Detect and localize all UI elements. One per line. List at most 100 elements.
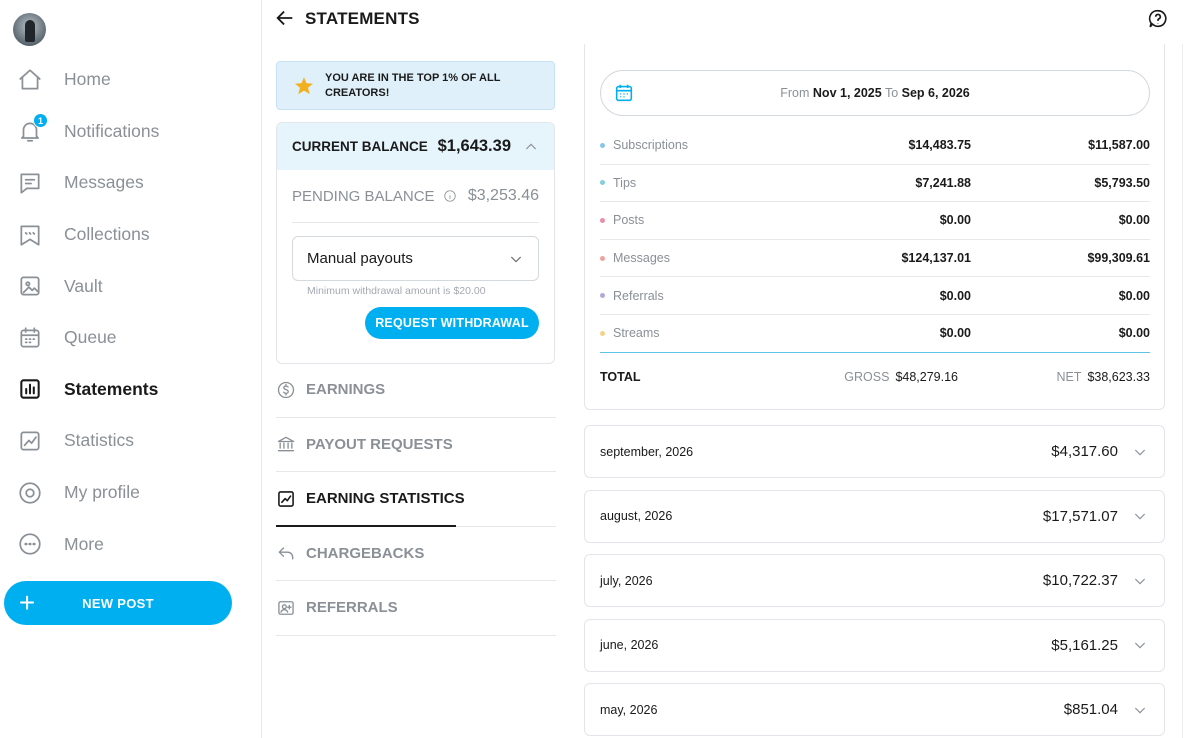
table-row: Tips $7,241.88 $5,793.50	[600, 165, 1150, 203]
notification-badge: 1	[33, 113, 48, 129]
new-post-button[interactable]: + NEW POST	[4, 581, 232, 625]
undo-icon	[276, 543, 296, 563]
menu-item-earning-statistics[interactable]: EARNING STATISTICS	[276, 472, 556, 527]
sidebar-nav: Home 1 Notifications Messages Collection…	[0, 54, 262, 570]
bank-icon	[276, 434, 296, 454]
banner-text: YOU ARE IN THE TOP 1% OF ALL CREATORS!	[325, 71, 501, 99]
sidebar-item-label: More	[64, 533, 104, 554]
month-row-july-2026[interactable]: july, 2026 $10,722.37	[584, 554, 1165, 607]
sidebar-item-label: Statements	[64, 378, 159, 399]
sidebar-item-label: Vault	[64, 275, 103, 296]
legend-dot	[600, 330, 605, 336]
minimum-withdrawal-note: Minimum withdrawal amount is $20.00	[307, 285, 486, 297]
sidebar-item-queue[interactable]: Queue	[0, 312, 262, 364]
pending-balance-row: PENDING BALANCE $3,253.46	[292, 170, 539, 223]
home-icon	[16, 66, 44, 94]
sidebar-item-statistics[interactable]: Statistics	[0, 415, 262, 467]
month-row-august-2026[interactable]: august, 2026 $17,571.07	[584, 489, 1165, 543]
statements-side-menu: EARNINGS PAYOUT REQUESTS EARNING STATIST…	[276, 363, 556, 636]
request-withdrawal-button[interactable]: REQUEST WITHDRAWAL	[365, 307, 539, 339]
legend-dot	[600, 293, 605, 299]
date-from-label: From	[780, 86, 810, 100]
chevron-down-icon[interactable]	[1132, 444, 1148, 460]
month-row-june-2026[interactable]: june, 2026 $5,161.25	[584, 618, 1165, 672]
legend-dot	[600, 180, 605, 186]
message-icon	[16, 169, 44, 197]
row-gross: $7,241.88	[915, 175, 971, 190]
collections-icon	[16, 221, 44, 249]
vault-icon	[16, 272, 44, 300]
bell-icon: 1	[16, 113, 48, 145]
row-net: $0.00	[1118, 326, 1150, 341]
row-label: Subscriptions	[613, 138, 689, 153]
date-from-value: Nov 1, 2025	[812, 86, 882, 100]
menu-item-referrals[interactable]: REFERRALS	[276, 581, 556, 636]
gross-total: GROSS $48,279.16	[780, 370, 958, 384]
monthly-statements-list: september, 2026 $4,317.60 august, 2026 $…	[584, 425, 1165, 738]
menu-item-label: EARNING STATISTICS	[306, 490, 465, 508]
table-row: Subscriptions $14,483.75 $11,587.00	[600, 127, 1150, 165]
back-arrow-icon[interactable]	[274, 7, 296, 29]
sidebar-item-label: My profile	[64, 482, 140, 503]
top-creator-banner: YOU ARE IN THE TOP 1% OF ALL CREATORS!	[276, 61, 555, 110]
current-balance-label: CURRENT BALANCE	[292, 139, 428, 154]
date-to-label: To	[884, 86, 899, 100]
month-value: $851.04	[1063, 701, 1118, 718]
month-row-may-2026[interactable]: may, 2026 $851.04	[584, 683, 1165, 736]
star-icon	[293, 75, 315, 97]
chevron-down-icon[interactable]	[1132, 637, 1148, 653]
pending-balance-value: $3,253.46	[467, 187, 539, 204]
sidebar-item-more[interactable]: More	[0, 518, 262, 570]
table-row: Messages $124,137.01 $99,309.61	[600, 240, 1150, 278]
sidebar: Home 1 Notifications Messages Collection…	[0, 0, 262, 738]
sidebar-item-label: Collections	[64, 224, 150, 245]
payout-mode-select[interactable]: Manual payouts	[292, 236, 539, 281]
date-range-picker[interactable]: From Nov 1, 2025 To Sep 6, 2026	[600, 70, 1150, 116]
profile-icon	[16, 479, 44, 507]
sidebar-item-label: Statistics	[64, 430, 135, 451]
net-total-value: $38,623.33	[1087, 370, 1150, 384]
avatar[interactable]	[13, 13, 46, 46]
menu-item-payout-requests[interactable]: PAYOUT REQUESTS	[276, 418, 556, 472]
menu-item-earnings[interactable]: EARNINGS	[276, 363, 556, 418]
info-icon[interactable]	[443, 189, 457, 203]
date-to-value: Sep 6, 2026	[901, 86, 970, 100]
chevron-down-icon[interactable]	[1132, 573, 1148, 589]
referral-icon	[276, 598, 296, 618]
menu-item-label: REFERRALS	[306, 599, 398, 617]
more-icon	[16, 530, 44, 558]
month-label: july, 2026	[600, 573, 653, 588]
sidebar-item-label: Notifications	[64, 120, 160, 141]
chevron-down-icon[interactable]	[1132, 508, 1148, 524]
menu-item-label: PAYOUT REQUESTS	[306, 435, 453, 453]
sidebar-item-my-profile[interactable]: My profile	[0, 467, 262, 519]
sidebar-item-label: Home	[64, 69, 111, 90]
sidebar-item-notifications[interactable]: 1 Notifications	[0, 106, 262, 158]
row-net: $11,587.00	[1088, 138, 1150, 153]
row-gross: $0.00	[939, 213, 971, 228]
scrollbar[interactable]	[1182, 44, 1183, 738]
total-row: TOTAL GROSS $48,279.16 NET $38,623.33	[600, 362, 1150, 392]
net-total: NET $38,623.33	[958, 370, 1150, 384]
sidebar-item-collections[interactable]: Collections	[0, 209, 262, 261]
calendar-icon	[16, 324, 44, 352]
chevron-up-icon[interactable]	[523, 139, 539, 155]
menu-item-label: CHARGEBACKS	[306, 544, 425, 562]
chevron-down-icon[interactable]	[1132, 702, 1148, 718]
menu-item-chargebacks[interactable]: CHARGEBACKS	[276, 527, 556, 581]
help-icon[interactable]	[1147, 8, 1169, 30]
legend-dot	[600, 142, 605, 148]
month-row-september-2026[interactable]: september, 2026 $4,317.60	[584, 425, 1165, 478]
sidebar-item-home[interactable]: Home	[0, 54, 262, 106]
page-title: STATEMENTS	[305, 9, 420, 28]
sidebar-item-statements[interactable]: Statements	[0, 364, 262, 416]
table-row: Streams $0.00 $0.00	[600, 315, 1150, 353]
sidebar-item-vault[interactable]: Vault	[0, 260, 262, 312]
chevron-down-icon	[508, 251, 524, 267]
sidebar-item-messages[interactable]: Messages	[0, 157, 262, 209]
current-balance-header[interactable]: CURRENT BALANCE $1,643.39	[277, 123, 554, 170]
month-label: september, 2026	[600, 444, 694, 459]
earnings-breakdown-table: Subscriptions $14,483.75 $11,587.00 Tips…	[600, 127, 1150, 353]
dollar-circle-icon	[276, 380, 296, 400]
trend-chart-icon	[16, 427, 44, 455]
